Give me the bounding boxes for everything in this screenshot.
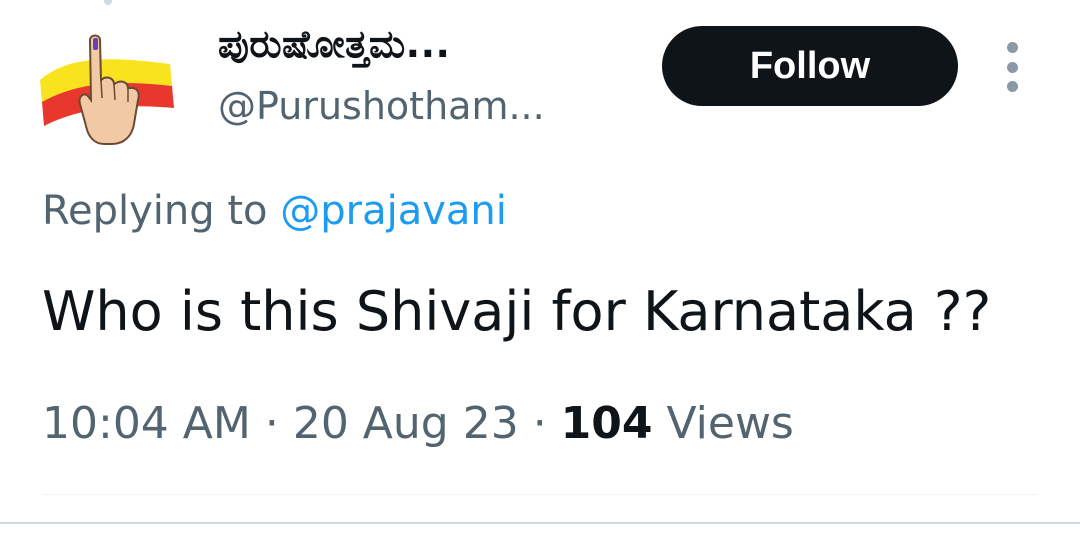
avatar[interactable] xyxy=(38,28,178,148)
author-handle[interactable]: @Purushotham... xyxy=(218,84,545,128)
bottom-border xyxy=(0,522,1080,524)
tweet-date[interactable]: 20 Aug 23 xyxy=(293,398,519,449)
more-vertical-icon[interactable] xyxy=(996,42,1028,92)
more-dot xyxy=(1006,42,1018,53)
more-dot xyxy=(1006,61,1018,73)
thread-line-top xyxy=(104,0,112,5)
replying-to: Replying to @prajavani xyxy=(42,188,507,234)
views-count: 104 xyxy=(560,398,653,449)
divider xyxy=(42,494,1038,495)
author-display-name[interactable]: ಪುರುಷೋತ್ತಮ... xyxy=(218,22,450,67)
more-dot xyxy=(1006,81,1018,92)
meta-separator: · xyxy=(250,398,293,449)
tweet-meta: 10:04 AM · 20 Aug 23 · 104 Views xyxy=(42,398,794,449)
karnataka-flag-voting-finger-icon xyxy=(40,34,174,145)
replying-to-prefix: Replying to xyxy=(42,188,281,234)
views-label: Views xyxy=(652,398,794,449)
meta-separator: · xyxy=(518,398,561,449)
follow-button[interactable]: Follow xyxy=(662,26,958,106)
tweet-text: Who is this Shivaji for Karnataka ?? xyxy=(42,280,992,343)
tweet-time[interactable]: 10:04 AM xyxy=(42,398,251,449)
reply-handle-link[interactable]: @prajavani xyxy=(280,188,507,234)
